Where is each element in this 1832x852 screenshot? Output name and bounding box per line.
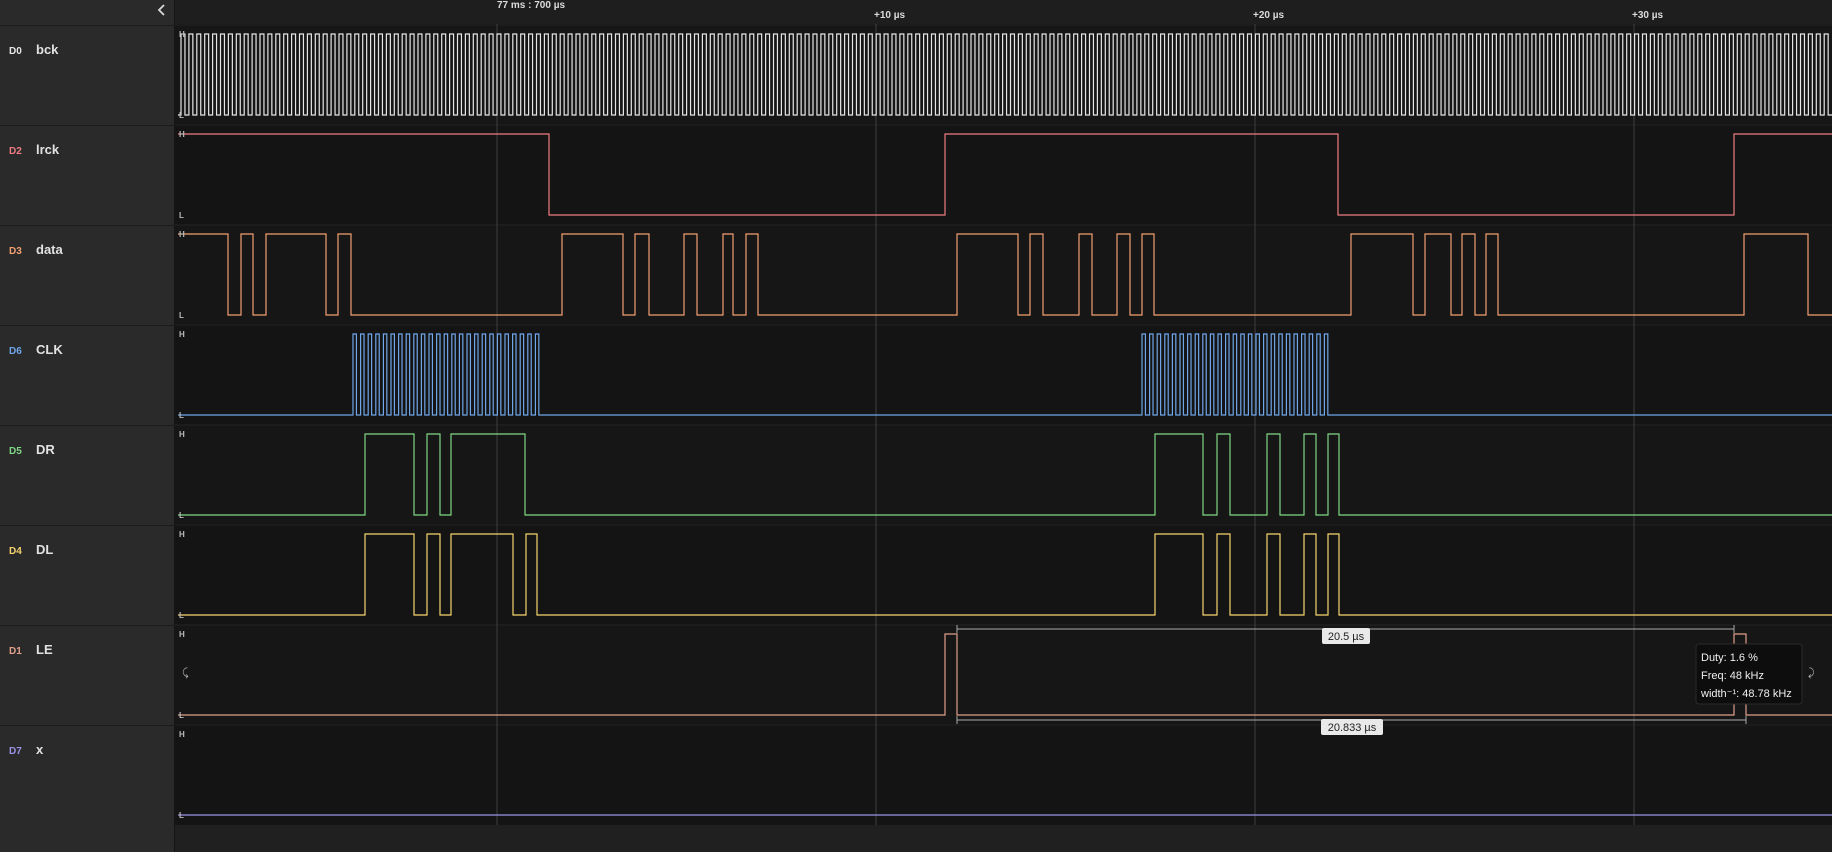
channel-id: D0: [9, 46, 22, 57]
channel-row-lrck[interactable]: D2 lrck: [0, 125, 174, 225]
level-high-label: H: [179, 330, 185, 339]
level-high-label: H: [179, 530, 185, 539]
channel-lane-clk: [175, 325, 1832, 424]
level-high-label: H: [179, 130, 185, 139]
level-low-label: L: [179, 811, 184, 820]
channel-name: LE: [36, 642, 53, 657]
channel-lane-x: [175, 725, 1832, 824]
channel-id: D4: [9, 546, 22, 557]
logic-analyzer-window: D0 bck D2 lrck D3 data D6 CLK D5 DR D4 DL D1 LE D7 x 77…: [0, 0, 1832, 852]
ruler-tick-label: +30 µs: [1632, 10, 1664, 21]
tooltip-freq: Freq: 48 kHz: [1701, 670, 1764, 682]
level-high-label: H: [179, 430, 185, 439]
channel-id: D3: [9, 246, 22, 257]
level-high-label: H: [179, 30, 185, 39]
waveform-plot[interactable]: 77 ms : 700 µs +10 µs +20 µs +30 µs H L H L H L H…: [175, 0, 1832, 852]
tooltip-duty: Duty: 1.6 %: [1701, 652, 1758, 664]
ruler-tick-label: +10 µs: [874, 10, 906, 21]
level-low-label: L: [179, 511, 184, 520]
channel-row-bck[interactable]: D0 bck: [0, 25, 174, 125]
chevron-left-icon: [157, 4, 165, 16]
pulse-width-value: 20.5 µs: [1328, 631, 1365, 643]
ruler-origin-label: 77 ms : 700 µs: [497, 0, 565, 11]
edge-nav-right-icon[interactable]: ⤸: [1808, 667, 1815, 679]
channel-name: data: [36, 242, 63, 257]
pulse-width-label: 20.5 µs: [1322, 628, 1370, 644]
measurement-tooltip: Duty: 1.6 % Freq: 48 kHz width⁻¹: 48.78 kH…: [1695, 643, 1803, 705]
level-low-label: L: [179, 311, 184, 320]
channel-lane-dl: [175, 525, 1832, 624]
channel-row-dr[interactable]: D5 DR: [0, 425, 174, 525]
channel-id: D2: [9, 146, 22, 157]
channel-id: D7: [9, 746, 22, 757]
channel-id: D1: [9, 646, 22, 657]
channel-name: DL: [36, 542, 54, 557]
level-high-label: H: [179, 630, 185, 639]
time-ruler[interactable]: [175, 0, 1832, 24]
channel-name: lrck: [36, 142, 60, 157]
channel-name: bck: [36, 42, 59, 57]
channel-sidebar: D0 bck D2 lrck D3 data D6 CLK D5 DR D4 DL D1 LE D7 x: [0, 0, 175, 852]
plot-footer: [175, 825, 1832, 852]
level-low-label: L: [179, 611, 184, 620]
channel-lane-lrck: [175, 125, 1832, 224]
channel-id: D6: [9, 346, 22, 357]
period-label: 20.833 µs: [1321, 719, 1383, 735]
tooltip-width-inv: width⁻¹: 48.78 kHz: [1700, 688, 1792, 700]
level-high-label: H: [179, 730, 185, 739]
edge-nav-left-icon[interactable]: ⤹: [182, 667, 189, 679]
level-low-label: L: [179, 411, 184, 420]
ruler-tick-label: +20 µs: [1253, 10, 1285, 21]
level-low-label: L: [179, 111, 184, 120]
level-low-label: L: [179, 211, 184, 220]
level-low-label: L: [179, 711, 184, 720]
channel-id: D5: [9, 446, 22, 457]
channel-row-x[interactable]: D7 x: [0, 725, 174, 825]
channel-lane-dr: [175, 425, 1832, 524]
channel-lane-le: [175, 625, 1832, 724]
period-value: 20.833 µs: [1328, 722, 1377, 734]
channel-row-dl[interactable]: D4 DL: [0, 525, 174, 625]
collapse-sidebar-button[interactable]: [150, 0, 174, 20]
level-high-label: H: [179, 230, 185, 239]
channel-lane-data: [175, 225, 1832, 324]
channel-row-data[interactable]: D3 data: [0, 225, 174, 325]
channel-row-clk[interactable]: D6 CLK: [0, 325, 174, 425]
channel-name: x: [36, 742, 44, 757]
channel-name: CLK: [36, 342, 63, 357]
channel-row-le[interactable]: D1 LE: [0, 625, 174, 725]
channel-name: DR: [36, 442, 55, 457]
